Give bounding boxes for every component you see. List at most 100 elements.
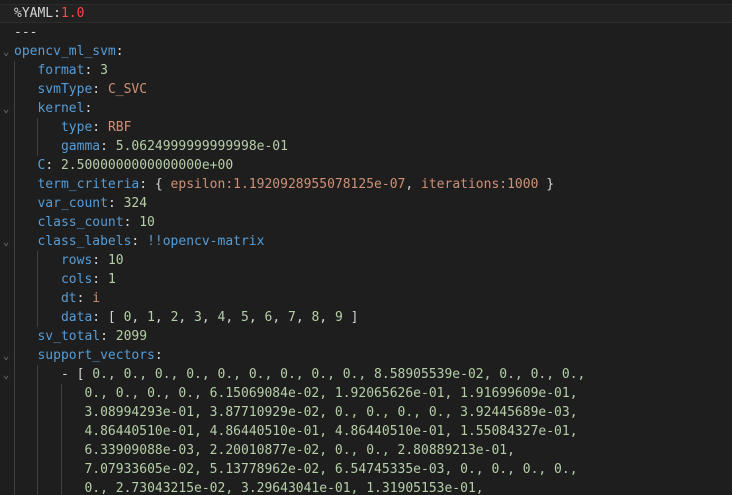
token-plain: : (123, 215, 140, 230)
indent-guide (61, 403, 62, 422)
code-line[interactable]: svmType: C_SVC (0, 80, 732, 99)
code-line[interactable]: ⌄ class_labels: !!opencv-matrix (0, 232, 732, 251)
token-plain: - [ (60, 367, 93, 382)
token-plain: : (92, 253, 108, 268)
indent-guide (14, 99, 15, 118)
token-num: 6.33909088e-03, 2.20010877e-02, 0., 0., … (84, 443, 515, 458)
token-key: data (60, 310, 93, 325)
code-line[interactable]: var_count: 324 (0, 194, 732, 213)
token-plain: : (100, 329, 116, 344)
code-line[interactable]: term_criteria: { epsilon:1.1920928955078… (0, 175, 732, 194)
code-line[interactable]: --- (0, 23, 732, 42)
code-text: format: 3 (37, 61, 107, 80)
indent-guide (14, 365, 15, 384)
indent-guide (14, 460, 15, 479)
token-plain: : (92, 272, 108, 287)
token-plain: : { (139, 177, 171, 192)
code-line[interactable]: ⌄ kernel: (0, 99, 732, 118)
code-line[interactable]: C: 2.5000000000000000e+00 (0, 156, 732, 175)
token-key: svmType (37, 82, 93, 97)
code-line[interactable]: rows: 10 (0, 251, 732, 270)
code-text: %YAML:1.0 (14, 4, 84, 23)
chevron-down-icon[interactable]: ⌄ (1, 42, 11, 61)
indent-guide (14, 118, 15, 137)
indent-guide (37, 365, 38, 384)
chevron-down-icon[interactable]: ⌄ (1, 232, 11, 251)
token-key: var_count (37, 196, 108, 211)
code-text: var_count: 324 (37, 194, 147, 213)
code-line[interactable]: gamma: 5.0624999999999998e-01 (0, 137, 732, 156)
code-text: type: RBF (61, 118, 131, 137)
token-num: 3.08994293e-01, 3.87710929e-02, 0., 0., … (84, 405, 578, 420)
token-num: 324 (123, 196, 148, 211)
code-text: --- (14, 23, 37, 42)
token-key: rows (60, 253, 93, 268)
token-key: class_labels (37, 234, 132, 249)
indent-guide (14, 327, 15, 346)
indent-guide (14, 346, 15, 365)
token-plain: : (53, 6, 61, 21)
chevron-down-icon[interactable]: ⌄ (1, 99, 11, 118)
chevron-down-icon[interactable]: ⌄ (1, 365, 11, 384)
code-line[interactable]: 7.07933605e-02, 5.13778962e-02, 6.547453… (0, 460, 732, 479)
token-num: 7.07933605e-02, 5.13778962e-02, 6.547453… (84, 462, 578, 477)
token-directive: %YAML (14, 6, 54, 21)
code-text: rows: 10 (61, 251, 124, 270)
code-text: class_labels: !!opencv-matrix (37, 232, 264, 251)
token-num: 10 (107, 253, 124, 268)
code-line[interactable]: 3.08994293e-01, 3.87710929e-02, 0., 0., … (0, 403, 732, 422)
code-text: gamma: 5.0624999999999998e-01 (61, 137, 288, 156)
token-plain: : (92, 82, 108, 97)
indent-guide (37, 441, 38, 460)
token-plain: : (76, 291, 93, 306)
code-line[interactable]: ⌄ support_vectors: (0, 346, 732, 365)
token-key: kernel (37, 101, 85, 116)
indent-guide (14, 441, 15, 460)
token-plain: : (84, 63, 101, 78)
code-text: dt: i (61, 289, 100, 308)
code-line[interactable]: 4.86440510e-01, 4.86440510e-01, 4.864405… (0, 422, 732, 441)
indent-guide (14, 308, 15, 327)
indent-guide (14, 422, 15, 441)
token-plain: , (319, 310, 335, 325)
code-line[interactable]: dt: i (0, 289, 732, 308)
token-key: gamma (60, 139, 101, 154)
token-plain: , (178, 310, 195, 325)
code-text: opencv_ml_svm: (14, 42, 124, 61)
code-text: cols: 1 (61, 270, 116, 289)
indent-guide (14, 137, 15, 156)
code-line[interactable]: sv_total: 2099 (0, 327, 732, 346)
indent-guide (61, 422, 62, 441)
code-line[interactable]: ⌄ opencv_ml_svm: (0, 42, 732, 61)
code-line[interactable]: ⌄ - [ 0., 0., 0., 0., 0., 0., 0., 0., 0.,… (0, 365, 732, 384)
token-plain: : (154, 348, 163, 363)
token-plain: : (107, 196, 124, 211)
code-line[interactable]: class_count: 10 (0, 213, 732, 232)
indent-guide (14, 232, 15, 251)
code-line[interactable]: cols: 1 (0, 270, 732, 289)
code-line[interactable]: %YAML:1.0 (0, 4, 732, 23)
code-line[interactable]: 0., 0., 0., 0., 6.15069084e-02, 1.920656… (0, 384, 732, 403)
code-line[interactable]: 0., 2.73043215e-02, 3.29643041e-01, 1.31… (0, 479, 732, 495)
code-line[interactable]: type: RBF (0, 118, 732, 137)
indent-guide (37, 308, 38, 327)
chevron-down-icon[interactable]: ⌄ (1, 346, 11, 365)
token-plain: , (295, 310, 312, 325)
indent-guide (61, 460, 62, 479)
yaml-editor[interactable]: %YAML:1.0 --- ⌄ opencv_ml_svm: format: 3 svmT… (0, 0, 732, 495)
code-line[interactable]: format: 3 (0, 61, 732, 80)
code-text: 0., 0., 0., 0., 6.15069084e-02, 1.920656… (84, 384, 577, 403)
token-str: epsilon:1.1920928955078125e-07 (170, 177, 406, 192)
token-plain: , (131, 310, 148, 325)
code-text: - [ 0., 0., 0., 0., 0., 0., 0., 0., 0., … (61, 365, 585, 384)
token-plain: : (84, 101, 93, 116)
code-line[interactable]: 6.33909088e-03, 2.20010877e-02, 0., 0., … (0, 441, 732, 460)
indent-guide (14, 251, 15, 270)
token-str: RBF (107, 120, 132, 135)
token-plain: } (538, 177, 555, 192)
code-line[interactable]: data: [ 0, 1, 2, 3, 4, 5, 6, 7, 8, 9 ] (0, 308, 732, 327)
code-text: data: [ 0, 1, 2, 3, 4, 5, 6, 7, 8, 9 ] (61, 308, 358, 327)
code-text: support_vectors: (37, 346, 162, 365)
token-key: support_vectors (37, 348, 155, 363)
code-text: term_criteria: { epsilon:1.1920928955078… (37, 175, 554, 194)
